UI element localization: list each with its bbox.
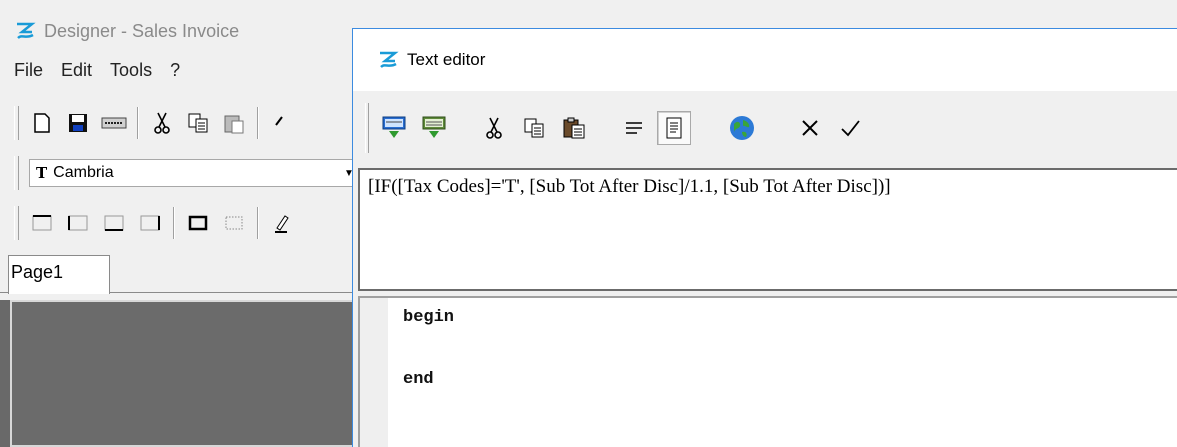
font-toolbar: T Cambria ▼ (14, 152, 359, 194)
page-tabs: Page1 (0, 253, 360, 294)
globe-icon[interactable] (725, 111, 759, 145)
script-line-end: end (403, 370, 434, 389)
text-editor-window: Text editor [IF([Tax Codes]='T', [Sub To… (352, 28, 1177, 447)
expression-text: [IF([Tax Codes]='T', [Sub Tot After Disc… (368, 176, 891, 197)
script-editor[interactable]: begin end (358, 296, 1177, 447)
menu-tools[interactable]: Tools (110, 60, 152, 81)
truetype-font-icon: T (36, 164, 48, 182)
save-icon[interactable] (65, 110, 91, 136)
frame-top-icon[interactable] (29, 210, 55, 236)
copy-icon[interactable] (517, 111, 551, 145)
cut-icon[interactable] (477, 111, 511, 145)
app-logo-icon (17, 22, 36, 39)
toolbar-separator (137, 107, 139, 139)
text-editor-titlebar[interactable]: Text editor (353, 29, 1177, 91)
undo-icon[interactable] (269, 110, 295, 136)
menu-help[interactable]: ? (170, 60, 180, 81)
page-setup-icon[interactable] (101, 110, 127, 136)
standard-toolbar (14, 102, 295, 144)
paste-icon[interactable] (557, 111, 591, 145)
tab-page1[interactable]: Page1 (8, 255, 110, 294)
menu-edit[interactable]: Edit (61, 60, 92, 81)
word-wrap-icon[interactable] (617, 111, 651, 145)
toolbar-separator (257, 207, 259, 239)
designer-title: Designer - Sales Invoice (44, 20, 240, 41)
frame-all-icon[interactable] (185, 210, 211, 236)
toolbar-grip[interactable] (14, 106, 19, 140)
expression-editor[interactable]: [IF([Tax Codes]='T', [Sub Tot After Disc… (358, 168, 1177, 291)
frame-toolbar (14, 202, 295, 244)
font-name-combo[interactable]: T Cambria ▼ (29, 159, 359, 187)
toolbar-separator (257, 107, 259, 139)
app-logo-icon (380, 51, 399, 68)
frame-right-icon[interactable] (137, 210, 163, 236)
script-gutter (360, 298, 388, 447)
design-canvas[interactable] (0, 296, 360, 447)
frame-left-icon[interactable] (65, 210, 91, 236)
script-view-icon[interactable] (657, 111, 691, 145)
toolbar-grip[interactable] (365, 103, 369, 153)
text-editor-toolbar (353, 91, 1177, 165)
designer-titlebar: Designer - Sales Invoice (14, 18, 239, 44)
toolbar-separator (173, 207, 175, 239)
toolbar-grip[interactable] (14, 206, 19, 240)
frame-none-icon[interactable] (221, 210, 247, 236)
insert-expression-icon[interactable] (377, 111, 411, 145)
insert-aggregate-icon[interactable] (417, 111, 451, 145)
new-document-icon[interactable] (29, 110, 55, 136)
cut-icon[interactable] (149, 110, 175, 136)
toolbar-grip[interactable] (14, 156, 19, 190)
frame-bottom-icon[interactable] (101, 210, 127, 236)
paste-icon[interactable] (221, 110, 247, 136)
script-line-begin: begin (403, 308, 455, 327)
cancel-icon[interactable] (793, 111, 827, 145)
menu-bar: File Edit Tools ? (14, 60, 180, 81)
copy-icon[interactable] (185, 110, 211, 136)
ok-icon[interactable] (833, 111, 867, 145)
frame-style-icon[interactable] (269, 210, 295, 236)
text-editor-title: Text editor (407, 50, 486, 69)
design-page-background (10, 300, 360, 447)
font-name-value: Cambria (53, 164, 114, 181)
menu-file[interactable]: File (14, 60, 43, 81)
